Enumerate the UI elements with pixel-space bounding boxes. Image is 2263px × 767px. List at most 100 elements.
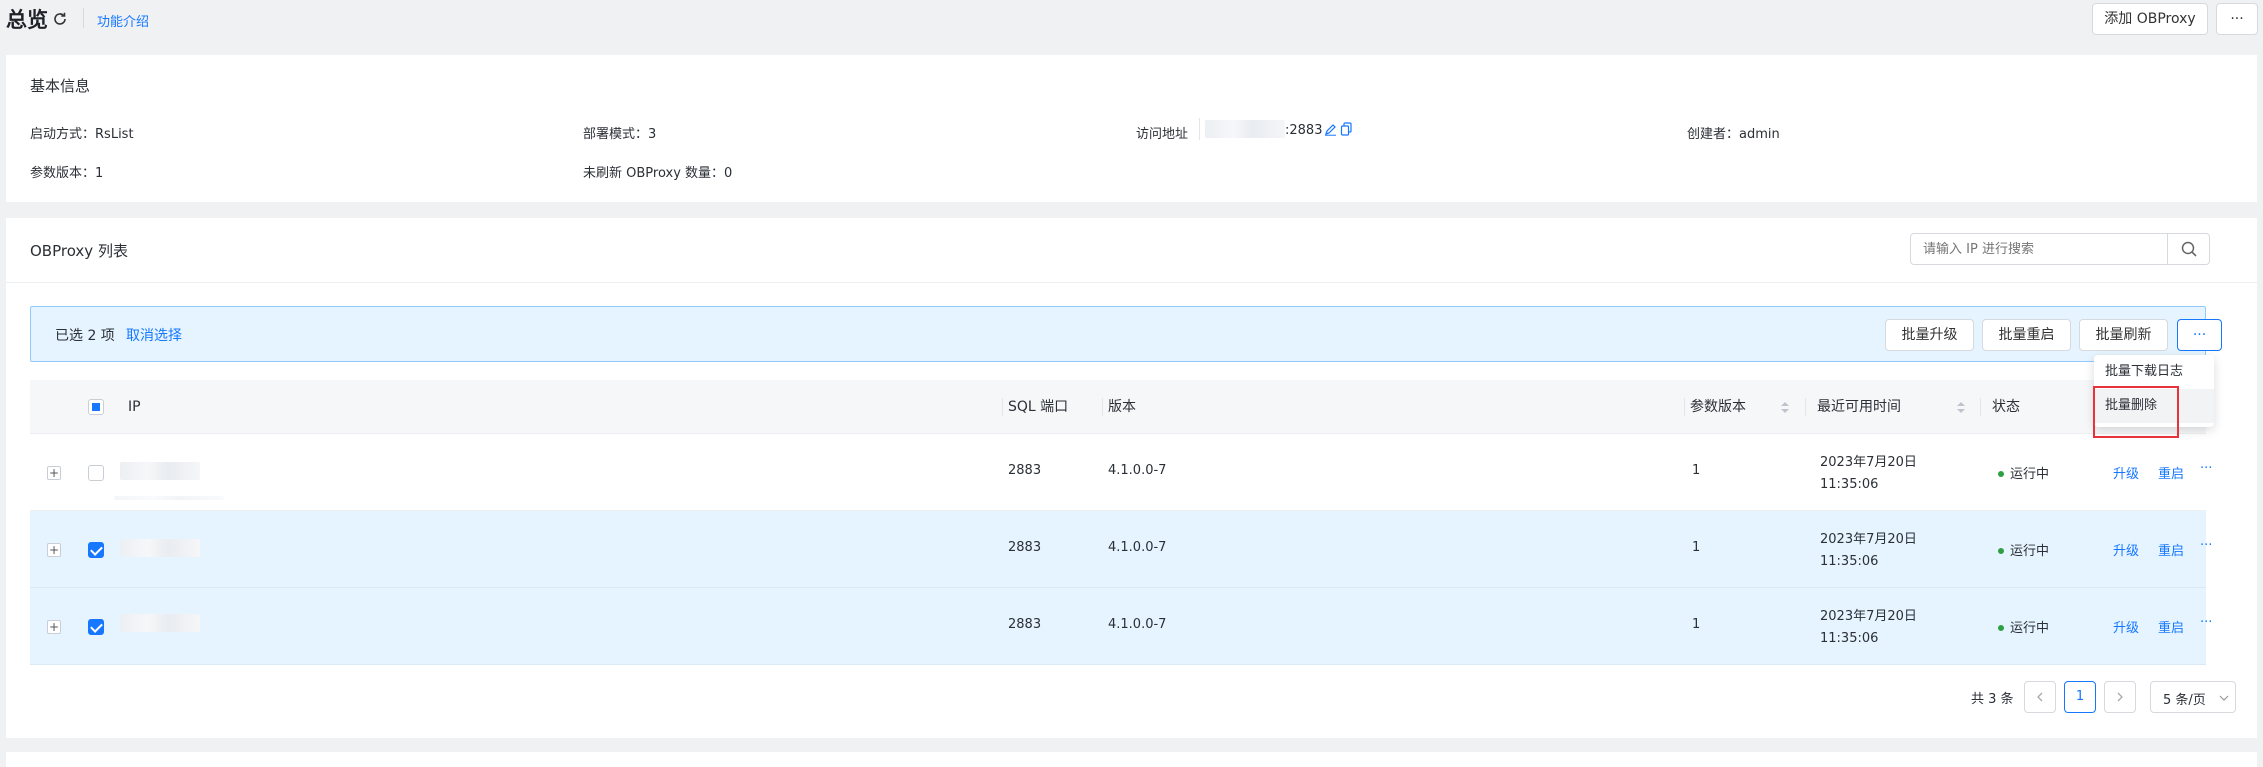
blurred-ip bbox=[120, 539, 200, 557]
page-size-select[interactable]: 5 条/页 bbox=[2150, 681, 2236, 713]
obproxy-list-card: OBProxy 列表 已选 2 项 取消选择 批量升级 批量重启 批量刷新 ··… bbox=[6, 218, 2257, 738]
param-version: 参数版本：1 bbox=[30, 162, 103, 181]
version: 4.1.0.0-7 bbox=[1108, 540, 1167, 555]
sort-icon[interactable] bbox=[1957, 402, 1965, 414]
page-size-value: 5 条/页 bbox=[2163, 693, 2206, 708]
cancel-selection-link[interactable]: 取消选择 bbox=[126, 325, 182, 345]
access-label: 访问地址 bbox=[1136, 127, 1189, 142]
col-param-version[interactable]: 参数版本 bbox=[1690, 380, 1746, 434]
row-more-button[interactable]: ··· bbox=[2200, 538, 2212, 553]
unrefreshed-value: 0 bbox=[724, 166, 733, 181]
creator: 创建者：admin bbox=[1687, 123, 1780, 142]
last-available: 2023年7月20日 11:35:06 bbox=[1820, 606, 1917, 650]
unrefreshed-count: 未刷新 OBProxy 数量：0 bbox=[583, 162, 732, 181]
date: 2023年7月20日 bbox=[1820, 532, 1917, 547]
expand-icon[interactable]: + bbox=[47, 543, 61, 557]
blurred-ip bbox=[120, 614, 200, 632]
blurred-ip bbox=[120, 462, 200, 480]
version: 4.1.0.0-7 bbox=[1108, 617, 1167, 632]
row-more-button[interactable]: ··· bbox=[2200, 615, 2212, 630]
col-status: 状态 bbox=[1992, 399, 2020, 415]
deploy-mode: 部署模式：3 bbox=[583, 123, 656, 142]
restart-link[interactable]: 重启 bbox=[2158, 540, 2184, 559]
batch-more-button[interactable]: ··· bbox=[2177, 319, 2222, 351]
expand-icon[interactable]: + bbox=[47, 620, 61, 634]
upgrade-link[interactable]: 升级 bbox=[2113, 463, 2139, 482]
param-label: 参数版本： bbox=[30, 166, 96, 181]
sort-icon[interactable] bbox=[1781, 402, 1789, 414]
list-title: OBProxy 列表 bbox=[30, 242, 128, 260]
batch-restart-button[interactable]: 批量重启 bbox=[1982, 319, 2071, 351]
access-port: :2883 bbox=[1285, 123, 1323, 138]
selection-count: 已选 2 项 bbox=[55, 328, 115, 344]
page-title: 总览 bbox=[6, 8, 48, 32]
col-sql-port: SQL 端口 bbox=[1008, 399, 1069, 415]
date: 2023年7月20日 bbox=[1820, 455, 1917, 470]
divider bbox=[6, 282, 2257, 283]
startup-mode: 启动方式：RsList bbox=[30, 123, 134, 142]
header-more-button[interactable]: ··· bbox=[2216, 3, 2258, 35]
restart-link[interactable]: 重启 bbox=[2158, 617, 2184, 636]
row-checkbox[interactable] bbox=[88, 619, 104, 635]
basic-info-card: 基本信息 启动方式：RsList 部署模式：3 访问地址 :2883 创建者：a… bbox=[6, 55, 2257, 202]
access-address: 访问地址 bbox=[1136, 123, 1188, 142]
sql-port: 2883 bbox=[1008, 617, 1042, 632]
table-row[interactable]: + 2883 4.1.0.0-7 1 2023年7月20日 11:35:06 运… bbox=[30, 434, 2212, 511]
divider bbox=[1199, 118, 1200, 140]
blurred-ip bbox=[114, 496, 224, 500]
pagination-total: 共 3 条 bbox=[1971, 692, 2014, 707]
restart-link[interactable]: 重启 bbox=[2158, 463, 2184, 482]
copy-icon[interactable] bbox=[1340, 122, 1353, 136]
table-row[interactable]: + 2883 4.1.0.0-7 1 2023年7月20日 11:35:06 运… bbox=[30, 588, 2212, 665]
highlight-box bbox=[2093, 386, 2179, 438]
refresh-icon[interactable] bbox=[52, 11, 68, 27]
select-all-checkbox[interactable] bbox=[88, 399, 104, 415]
batch-refresh-button[interactable]: 批量刷新 bbox=[2079, 319, 2168, 351]
row-more-button[interactable]: ··· bbox=[2200, 461, 2212, 476]
startup-value: RsList bbox=[95, 127, 134, 142]
col-last-available[interactable]: 最近可用时间 bbox=[1817, 380, 1901, 434]
expand-icon[interactable]: + bbox=[47, 466, 61, 480]
prev-page-button[interactable] bbox=[2024, 681, 2056, 713]
last-available: 2023年7月20日 11:35:06 bbox=[1820, 452, 1917, 496]
status-dot bbox=[1998, 548, 2004, 554]
last-available: 2023年7月20日 11:35:06 bbox=[1820, 529, 1917, 573]
page-1-button[interactable]: 1 bbox=[2064, 681, 2096, 713]
blurred-address bbox=[1205, 120, 1285, 138]
date: 2023年7月20日 bbox=[1820, 609, 1917, 624]
next-card bbox=[6, 752, 2257, 767]
time: 11:35:06 bbox=[1820, 554, 1879, 569]
col-version: 版本 bbox=[1108, 399, 1136, 415]
upgrade-link[interactable]: 升级 bbox=[2113, 540, 2139, 559]
sql-port: 2883 bbox=[1008, 540, 1042, 555]
status-dot bbox=[1998, 625, 2004, 631]
version: 4.1.0.0-7 bbox=[1108, 463, 1167, 478]
menu-item-batch-download-logs[interactable]: 批量下载日志 bbox=[2094, 355, 2214, 389]
startup-label: 启动方式： bbox=[30, 127, 96, 142]
param-version: 1 bbox=[1692, 540, 1701, 555]
row-checkbox[interactable] bbox=[88, 542, 104, 558]
deploy-value: 3 bbox=[648, 127, 657, 142]
search-icon bbox=[2181, 241, 2197, 257]
table-row[interactable]: + 2883 4.1.0.0-7 1 2023年7月20日 11:35:06 运… bbox=[30, 511, 2212, 588]
search-box bbox=[1910, 233, 2210, 265]
feature-intro-link[interactable]: 功能介绍 bbox=[97, 11, 149, 30]
edit-icon[interactable] bbox=[1324, 123, 1337, 136]
upgrade-link[interactable]: 升级 bbox=[2113, 617, 2139, 636]
table-header: IP SQL 端口 版本 参数版本 最近可用时间 状态 bbox=[30, 380, 2206, 434]
chevron-left-icon bbox=[2037, 692, 2043, 702]
selection-banner: 已选 2 项 取消选择 批量升级 批量重启 批量刷新 ··· bbox=[30, 306, 2222, 362]
search-button[interactable] bbox=[2167, 234, 2210, 264]
add-obproxy-button[interactable]: 添加 OBProxy bbox=[2092, 3, 2208, 35]
sql-port: 2883 bbox=[1008, 463, 1042, 478]
row-checkbox[interactable] bbox=[88, 465, 104, 481]
search-input[interactable] bbox=[1911, 234, 2167, 264]
deploy-label: 部署模式： bbox=[583, 127, 649, 142]
creator-label: 创建者： bbox=[1687, 127, 1740, 142]
status-text: 运行中 bbox=[2010, 467, 2050, 482]
basic-info-title: 基本信息 bbox=[30, 77, 91, 95]
next-page-button[interactable] bbox=[2104, 681, 2136, 713]
unrefreshed-label: 未刷新 OBProxy 数量： bbox=[583, 166, 725, 181]
status-dot bbox=[1998, 471, 2004, 477]
batch-upgrade-button[interactable]: 批量升级 bbox=[1885, 319, 1974, 351]
